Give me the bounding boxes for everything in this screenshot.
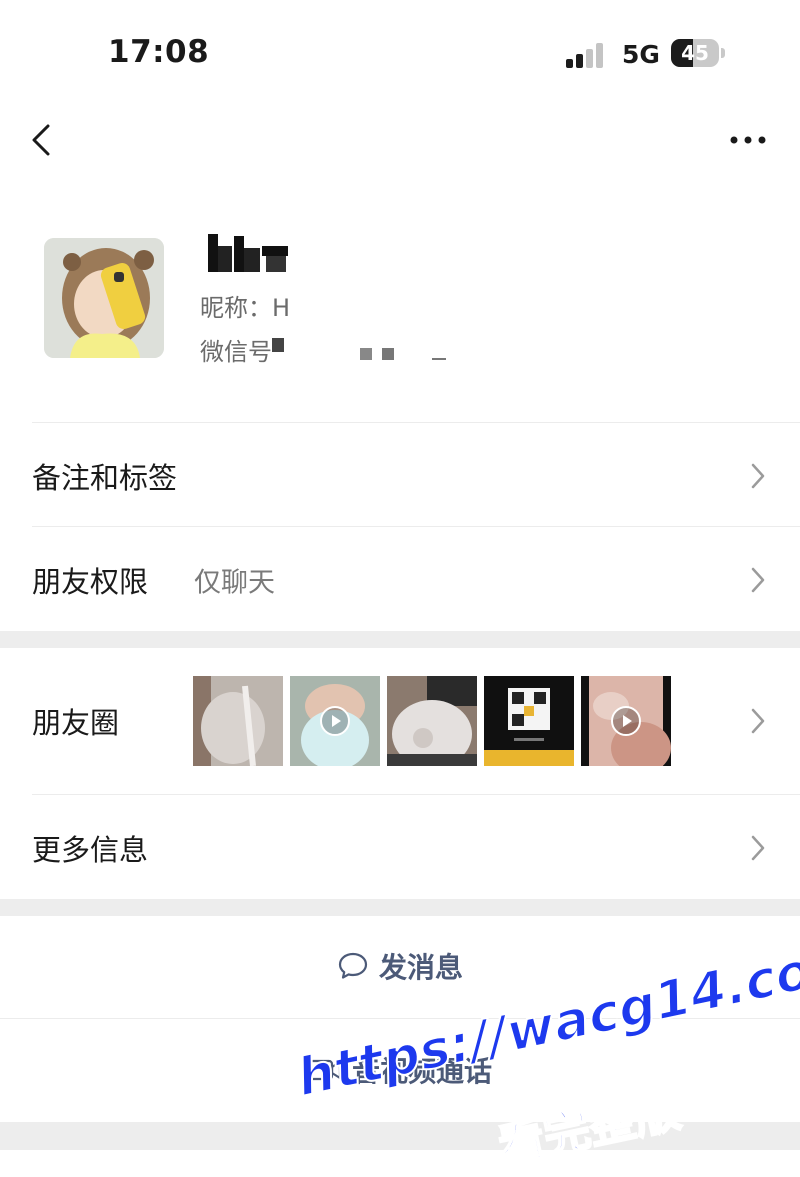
friend-permissions-label: 朋友权限 bbox=[32, 565, 149, 599]
remarks-tags-row[interactable]: 备注和标签 bbox=[0, 424, 800, 528]
section-separator bbox=[0, 631, 800, 648]
remarks-tags-label: 备注和标签 bbox=[32, 461, 178, 495]
moment-thumbnail bbox=[193, 676, 283, 766]
avatar[interactable] bbox=[44, 238, 164, 358]
chevron-right-icon bbox=[751, 708, 765, 734]
wechat-id-text: 微信号 bbox=[200, 338, 272, 366]
nickname-text: 昵称：H bbox=[200, 294, 291, 322]
watermark-text: 看完整版 bbox=[493, 1082, 686, 1175]
play-icon bbox=[611, 706, 641, 736]
display-name-redacted bbox=[208, 234, 288, 272]
wechat-id-redacted bbox=[272, 338, 446, 360]
more-info-label: 更多信息 bbox=[32, 833, 149, 867]
network-type: 5G bbox=[622, 40, 660, 69]
signal-icon bbox=[566, 42, 610, 68]
chevron-right-icon bbox=[751, 835, 765, 861]
divider bbox=[32, 526, 800, 527]
status-bar: 17:08 5G 45 bbox=[0, 0, 800, 100]
chevron-left-icon[interactable] bbox=[28, 122, 56, 158]
divider bbox=[32, 794, 800, 795]
chevron-right-icon bbox=[751, 567, 765, 593]
chevron-right-icon bbox=[751, 463, 765, 489]
play-icon bbox=[320, 706, 350, 736]
moment-thumbnail bbox=[290, 676, 380, 766]
ellipsis-icon[interactable] bbox=[728, 128, 768, 152]
avatar-photo bbox=[44, 238, 164, 358]
more-info-row[interactable]: 更多信息 bbox=[0, 796, 800, 900]
section-separator bbox=[0, 899, 800, 916]
watermark-url: https://wacg14.com bbox=[291, 929, 800, 1110]
battery-icon: 45 bbox=[671, 39, 725, 67]
moments-row[interactable]: 朋友圈 bbox=[0, 648, 800, 794]
moments-label: 朋友圈 bbox=[32, 706, 120, 740]
profile-header: 昵称：H 微信号 bbox=[0, 210, 800, 400]
moment-thumbnail bbox=[581, 676, 671, 766]
friend-permissions-row[interactable]: 朋友权限 仅聊天 bbox=[0, 528, 800, 632]
divider bbox=[32, 422, 800, 423]
status-time: 17:08 bbox=[108, 34, 210, 70]
nav-bar bbox=[0, 100, 800, 180]
moment-thumbnail bbox=[387, 676, 477, 766]
moment-thumbnail bbox=[484, 676, 574, 766]
watermark: https://wacg14.com 看完整版 bbox=[291, 929, 800, 1175]
friend-permissions-value: 仅聊天 bbox=[194, 567, 275, 599]
battery-level: 45 bbox=[681, 41, 709, 65]
